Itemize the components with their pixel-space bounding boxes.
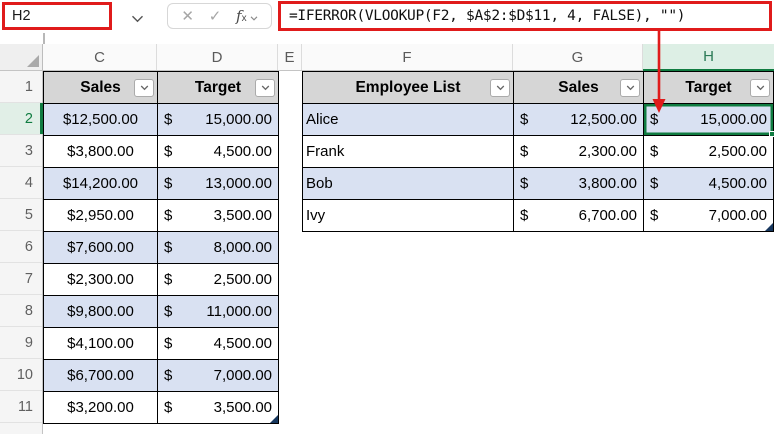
- cell-f4[interactable]: Bob: [303, 168, 514, 200]
- select-all-corner[interactable]: [0, 44, 43, 70]
- row-header-10[interactable]: 10: [0, 359, 42, 391]
- formula-button-group: ✕ ✓ fx: [167, 3, 272, 29]
- confirm-icon[interactable]: ✓: [209, 9, 222, 24]
- cell-c10[interactable]: $6,700.00: [44, 360, 158, 392]
- table-resize-handle[interactable]: [765, 223, 773, 231]
- filter-button[interactable]: [750, 79, 770, 97]
- row-header-5[interactable]: 5: [0, 199, 42, 231]
- annotation-box-namebox: H2: [2, 2, 112, 30]
- row-header-1[interactable]: 1: [0, 71, 42, 103]
- fill-handle[interactable]: [769, 131, 774, 137]
- filter-chevron-icon: [140, 85, 149, 91]
- cell-c7[interactable]: $2,300.00: [44, 264, 158, 296]
- selected-cell-h2[interactable]: $15,000.00: [644, 104, 774, 136]
- cell-c9[interactable]: $4,100.00: [44, 328, 158, 360]
- column-header-g[interactable]: G: [513, 44, 643, 70]
- cell-d10[interactable]: $7,000.00: [158, 360, 279, 392]
- filter-button[interactable]: [490, 79, 510, 97]
- cell-h3[interactable]: $2,500.00: [644, 136, 774, 168]
- header-cell-sales-left[interactable]: Sales: [44, 72, 158, 104]
- cell-g3[interactable]: $2,300.00: [514, 136, 644, 168]
- filter-chevron-icon: [756, 85, 765, 91]
- annotation-box-formula: =IFERROR(VLOOKUP(F2, $A$2:$D$11, 4, FALS…: [278, 1, 772, 31]
- spreadsheet-window: H2 ✕ ✓ fx =IFERROR(VLOOKUP(F2, $A$2:$D$1…: [0, 0, 774, 434]
- formula-input[interactable]: =IFERROR(VLOOKUP(F2, $A$2:$D$11, 4, FALS…: [281, 8, 685, 24]
- row-header-7[interactable]: 7: [0, 263, 42, 295]
- filter-chevron-icon: [261, 85, 270, 91]
- fx-dropdown-icon: [250, 16, 258, 21]
- header-label: Sales: [80, 79, 121, 97]
- cell-h4[interactable]: $4,500.00: [644, 168, 774, 200]
- row-header-2-selected[interactable]: 2: [0, 103, 42, 135]
- cell-c2[interactable]: $12,500.00: [44, 104, 158, 136]
- cell-c4[interactable]: $14,200.00: [44, 168, 158, 200]
- cell-d2[interactable]: $15,000.00: [158, 104, 279, 136]
- insert-function-icon[interactable]: fx: [236, 7, 258, 25]
- table-resize-handle[interactable]: [270, 415, 278, 423]
- header-cell-target-left[interactable]: Target: [158, 72, 279, 104]
- filter-chevron-icon: [626, 85, 635, 91]
- header-label: Target: [685, 79, 731, 97]
- cell-c5[interactable]: $2,950.00: [44, 200, 158, 232]
- cell-f2[interactable]: Alice: [303, 104, 514, 136]
- namebox-divider: [43, 33, 45, 44]
- cell-f5[interactable]: Ivy: [303, 200, 514, 232]
- cell-c11[interactable]: $3,200.00: [44, 392, 158, 424]
- cell-c3[interactable]: $3,800.00: [44, 136, 158, 168]
- cell-d7[interactable]: $2,500.00: [158, 264, 279, 296]
- filter-chevron-icon: [496, 85, 505, 91]
- row-header-6[interactable]: 6: [0, 231, 42, 263]
- formula-strip: H2 ✕ ✓ fx =IFERROR(VLOOKUP(F2, $A$2:$D$1…: [0, 0, 774, 32]
- filter-button[interactable]: [255, 79, 275, 97]
- cell-g4[interactable]: $3,800.00: [514, 168, 644, 200]
- cell-d11[interactable]: $3,500.00: [158, 392, 279, 424]
- header-label: Target: [195, 79, 241, 97]
- header-label: Employee List: [355, 79, 460, 97]
- header-cell-sales-right[interactable]: Sales: [514, 72, 644, 104]
- name-box[interactable]: H2: [5, 8, 31, 24]
- header-cell-target-right[interactable]: Target: [644, 72, 774, 104]
- cell-c8[interactable]: $9,800.00: [44, 296, 158, 328]
- cell-g2[interactable]: $12,500.00: [514, 104, 644, 136]
- header-cell-employee-list[interactable]: Employee List: [303, 72, 514, 104]
- cell-d9[interactable]: $4,500.00: [158, 328, 279, 360]
- row-headers: 1 2 3 4 5 6 7 8 9 10 11: [0, 71, 43, 434]
- column-header-e[interactable]: E: [278, 44, 302, 70]
- lookup-table: Employee List Sales Target Alice $12,500…: [302, 71, 774, 232]
- row-header-4[interactable]: 4: [0, 167, 42, 199]
- row-header-11[interactable]: 11: [0, 391, 42, 423]
- filter-button[interactable]: [134, 79, 154, 97]
- cell-d5[interactable]: $3,500.00: [158, 200, 279, 232]
- row-header-9[interactable]: 9: [0, 327, 42, 359]
- cell-d6[interactable]: $8,000.00: [158, 232, 279, 264]
- cell-d4[interactable]: $13,000.00: [158, 168, 279, 200]
- select-all-icon: [27, 55, 39, 67]
- cell-f3[interactable]: Frank: [303, 136, 514, 168]
- cell-h5[interactable]: $7,000.00: [644, 200, 774, 232]
- cell-g5[interactable]: $6,700.00: [514, 200, 644, 232]
- column-header-f[interactable]: F: [302, 44, 513, 70]
- header-label: Sales: [558, 79, 599, 97]
- cell-d8[interactable]: $11,000.00: [158, 296, 279, 328]
- name-box-dropdown-icon[interactable]: [131, 10, 144, 28]
- cell-d3[interactable]: $4,500.00: [158, 136, 279, 168]
- filter-button[interactable]: [620, 79, 640, 97]
- cancel-icon[interactable]: ✕: [181, 9, 194, 24]
- column-header-c[interactable]: C: [43, 44, 157, 70]
- column-headers: C D E F G H: [0, 44, 774, 71]
- column-header-d[interactable]: D: [157, 44, 278, 70]
- row-header-3[interactable]: 3: [0, 135, 42, 167]
- source-table: Sales Target $12,500.00 $15,000.00 $3,80…: [43, 71, 279, 424]
- row-header-8[interactable]: 8: [0, 295, 42, 327]
- column-header-h-selected[interactable]: H: [643, 44, 774, 71]
- cell-c6[interactable]: $7,600.00: [44, 232, 158, 264]
